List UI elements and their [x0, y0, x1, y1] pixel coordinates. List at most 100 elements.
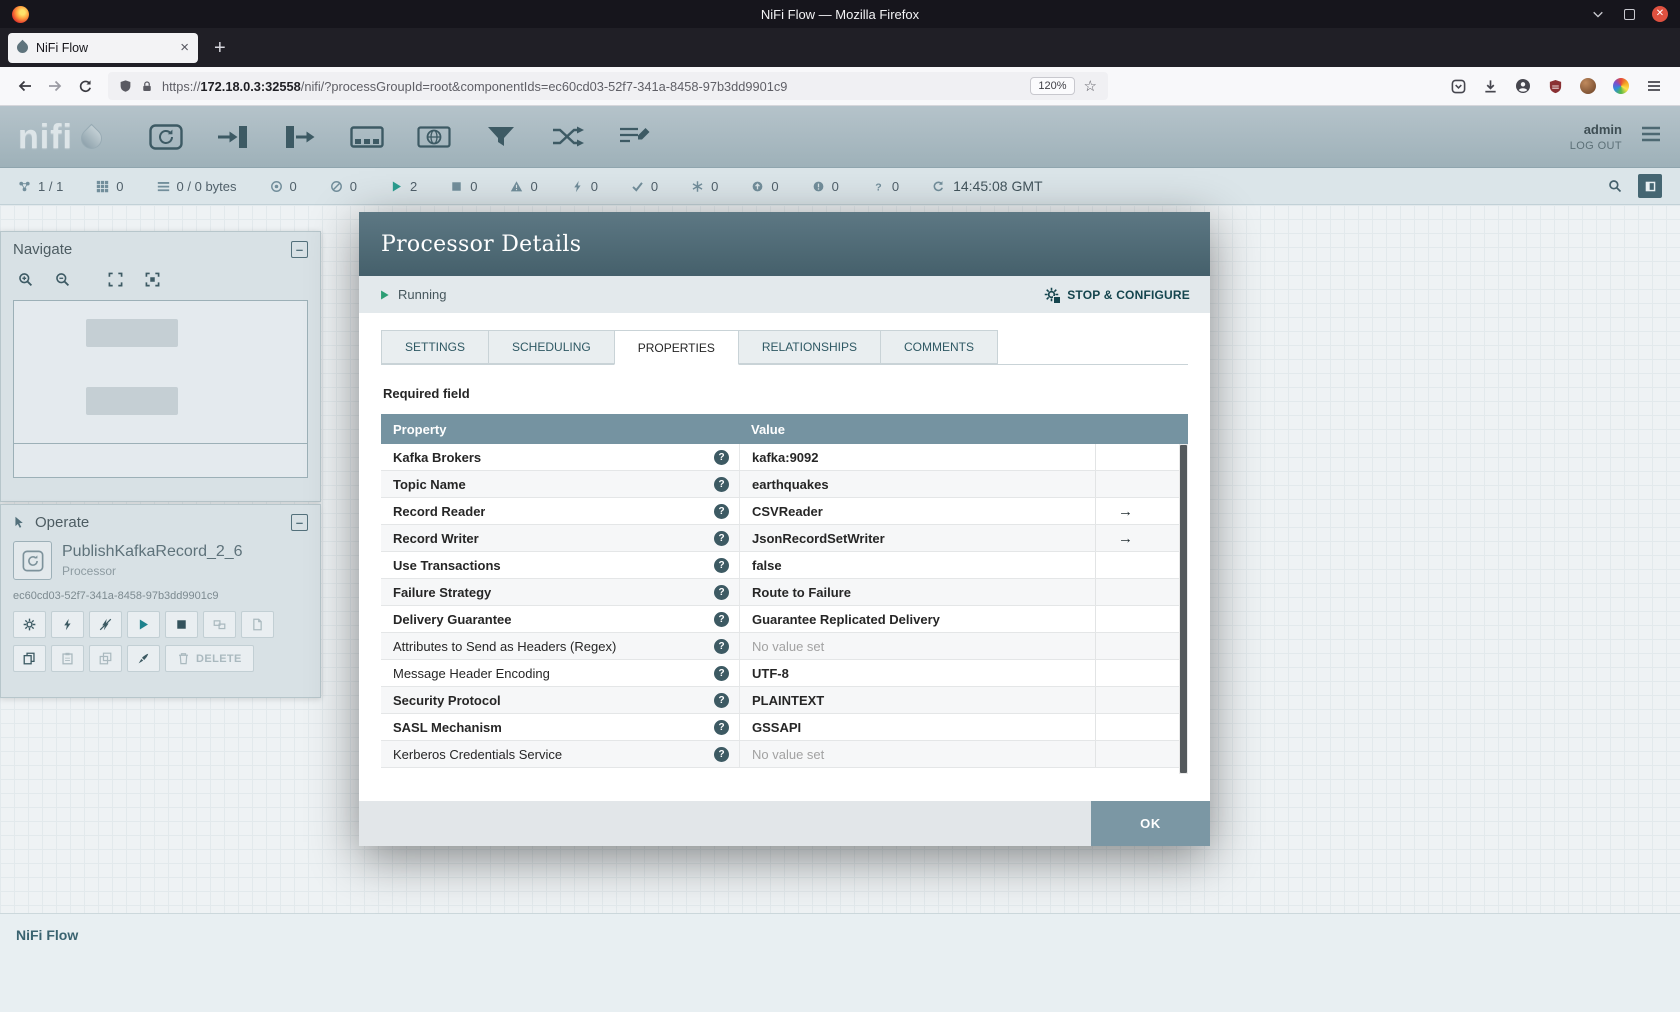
forward-icon[interactable]: [40, 72, 70, 100]
tab-settings[interactable]: SETTINGS: [381, 330, 490, 364]
process-group-icon[interactable]: [347, 122, 387, 152]
maximize-icon[interactable]: [1621, 6, 1637, 22]
status-up-to-date: 0: [631, 179, 658, 194]
downloads-icon[interactable]: [1483, 79, 1498, 94]
label-icon[interactable]: [615, 122, 655, 152]
status-count: 0: [711, 178, 719, 194]
pocket-icon[interactable]: [1451, 79, 1466, 94]
property-row[interactable]: Security Protocol ? PLAINTEXT: [381, 687, 1179, 714]
help-icon[interactable]: ?: [714, 665, 729, 681]
goto-service-icon[interactable]: →: [1118, 503, 1133, 520]
disable-button[interactable]: [89, 611, 122, 638]
avatar-icon[interactable]: [1580, 78, 1596, 94]
menu-icon[interactable]: [1646, 78, 1662, 94]
help-icon[interactable]: ?: [714, 719, 729, 735]
panel-toggle-icon[interactable]: [1638, 174, 1662, 198]
fill-color-icon: [137, 652, 150, 665]
help-icon[interactable]: ?: [714, 584, 729, 600]
tab-properties[interactable]: PROPERTIES: [613, 330, 739, 365]
minimize-icon[interactable]: [1590, 6, 1606, 22]
property-row[interactable]: Delivery Guarantee ? Guarantee Replicate…: [381, 606, 1179, 633]
property-name-cell: Topic Name ?: [381, 471, 739, 497]
scrollbar-thumb[interactable]: [1180, 445, 1187, 773]
search-icon[interactable]: [1608, 179, 1622, 193]
stop-and-configure-button[interactable]: STOP & CONFIGURE: [1044, 287, 1190, 304]
property-row[interactable]: Message Header Encoding ? UTF-8: [381, 660, 1179, 687]
goto-service-icon[interactable]: →: [1118, 530, 1133, 547]
zoom-out-icon[interactable]: [50, 268, 74, 290]
ublock-icon[interactable]: [1548, 79, 1563, 94]
zoom-fit-icon[interactable]: [103, 268, 127, 290]
minimap[interactable]: [13, 300, 308, 478]
logout-link[interactable]: LOG OUT: [1570, 140, 1622, 152]
enable-button[interactable]: [51, 611, 84, 638]
zoom-in-icon[interactable]: [13, 268, 37, 290]
collapse-icon[interactable]: –: [291, 513, 308, 531]
property-row[interactable]: Record Reader ? CSVReader →: [381, 498, 1179, 525]
url-bar[interactable]: https://172.18.0.3:32558/nifi/?processGr…: [108, 72, 1108, 100]
processor-icon[interactable]: [146, 122, 186, 152]
help-icon[interactable]: ?: [714, 692, 729, 708]
fill-color-button[interactable]: [127, 645, 160, 672]
configure-button[interactable]: [13, 611, 46, 638]
zoom-actual-icon[interactable]: [140, 268, 164, 290]
global-menu-icon[interactable]: [1640, 125, 1662, 148]
tab-relationships[interactable]: RELATIONSHIPS: [737, 330, 881, 364]
property-row[interactable]: Attributes to Send as Headers (Regex) ? …: [381, 633, 1179, 660]
property-row[interactable]: Kafka Brokers ? kafka:9092: [381, 444, 1179, 471]
tracking-shield-icon[interactable]: [119, 79, 132, 93]
copy-button[interactable]: [13, 645, 46, 672]
help-icon[interactable]: ?: [714, 476, 729, 492]
ok-button[interactable]: OK: [1091, 801, 1210, 846]
flow-canvas[interactable]: Navigate – Operate – PublishKafkaRecord_…: [0, 205, 1680, 913]
property-row[interactable]: Use Transactions ? false: [381, 552, 1179, 579]
help-icon[interactable]: ?: [714, 503, 729, 519]
back-icon[interactable]: [10, 72, 40, 100]
create-template-button[interactable]: [241, 611, 274, 638]
input-port-icon[interactable]: [213, 122, 253, 152]
delete-button[interactable]: DELETE: [165, 645, 254, 672]
stop-button[interactable]: [165, 611, 198, 638]
scrollbar-track[interactable]: [1179, 444, 1188, 774]
tab-close-icon[interactable]: ×: [180, 40, 189, 55]
account-icon[interactable]: [1515, 78, 1531, 94]
help-icon[interactable]: ?: [714, 611, 729, 627]
extension-icon[interactable]: [1613, 78, 1629, 94]
property-row[interactable]: Failure Strategy ? Route to Failure: [381, 579, 1179, 606]
property-row[interactable]: Record Writer ? JsonRecordSetWriter →: [381, 525, 1179, 552]
svg-text:?: ?: [875, 181, 881, 192]
reload-icon[interactable]: [70, 72, 100, 100]
funnel-icon[interactable]: [481, 122, 521, 152]
status-count: 0: [289, 178, 297, 194]
paste-button[interactable]: [51, 645, 84, 672]
help-icon[interactable]: ?: [714, 638, 729, 654]
browser-tab[interactable]: NiFi Flow ×: [8, 32, 198, 63]
help-icon[interactable]: ?: [714, 746, 729, 762]
help-icon[interactable]: ?: [714, 449, 729, 465]
close-icon[interactable]: ✕: [1652, 6, 1668, 22]
move-to-front-button[interactable]: [89, 645, 122, 672]
property-row[interactable]: Kerberos Credentials Service ? No value …: [381, 741, 1179, 768]
collapse-icon[interactable]: –: [291, 240, 308, 258]
property-value: kafka:9092: [739, 444, 1095, 470]
output-port-icon[interactable]: [280, 122, 320, 152]
group-button[interactable]: [203, 611, 236, 638]
stale-icon: [751, 180, 764, 193]
template-icon[interactable]: [548, 122, 588, 152]
remote-process-group-icon[interactable]: [414, 122, 454, 152]
property-name-cell: Failure Strategy ?: [381, 579, 739, 605]
tab-comments[interactable]: COMMENTS: [879, 330, 998, 364]
start-button[interactable]: [127, 611, 160, 638]
breadcrumb[interactable]: NiFi Flow: [16, 927, 78, 943]
property-row[interactable]: SASL Mechanism ? GSSAPI: [381, 714, 1179, 741]
new-tab-button[interactable]: +: [208, 38, 232, 58]
help-icon[interactable]: ?: [714, 557, 729, 573]
help-icon[interactable]: ?: [714, 530, 729, 546]
group-icon: [213, 618, 226, 631]
refresh-icon[interactable]: [932, 180, 945, 193]
zoom-level-badge[interactable]: 120%: [1030, 77, 1075, 95]
property-row[interactable]: Topic Name ? earthquakes: [381, 471, 1179, 498]
tab-scheduling[interactable]: SCHEDULING: [488, 330, 615, 364]
bookmark-star-icon[interactable]: ☆: [1084, 77, 1097, 95]
lock-icon[interactable]: [141, 80, 153, 93]
